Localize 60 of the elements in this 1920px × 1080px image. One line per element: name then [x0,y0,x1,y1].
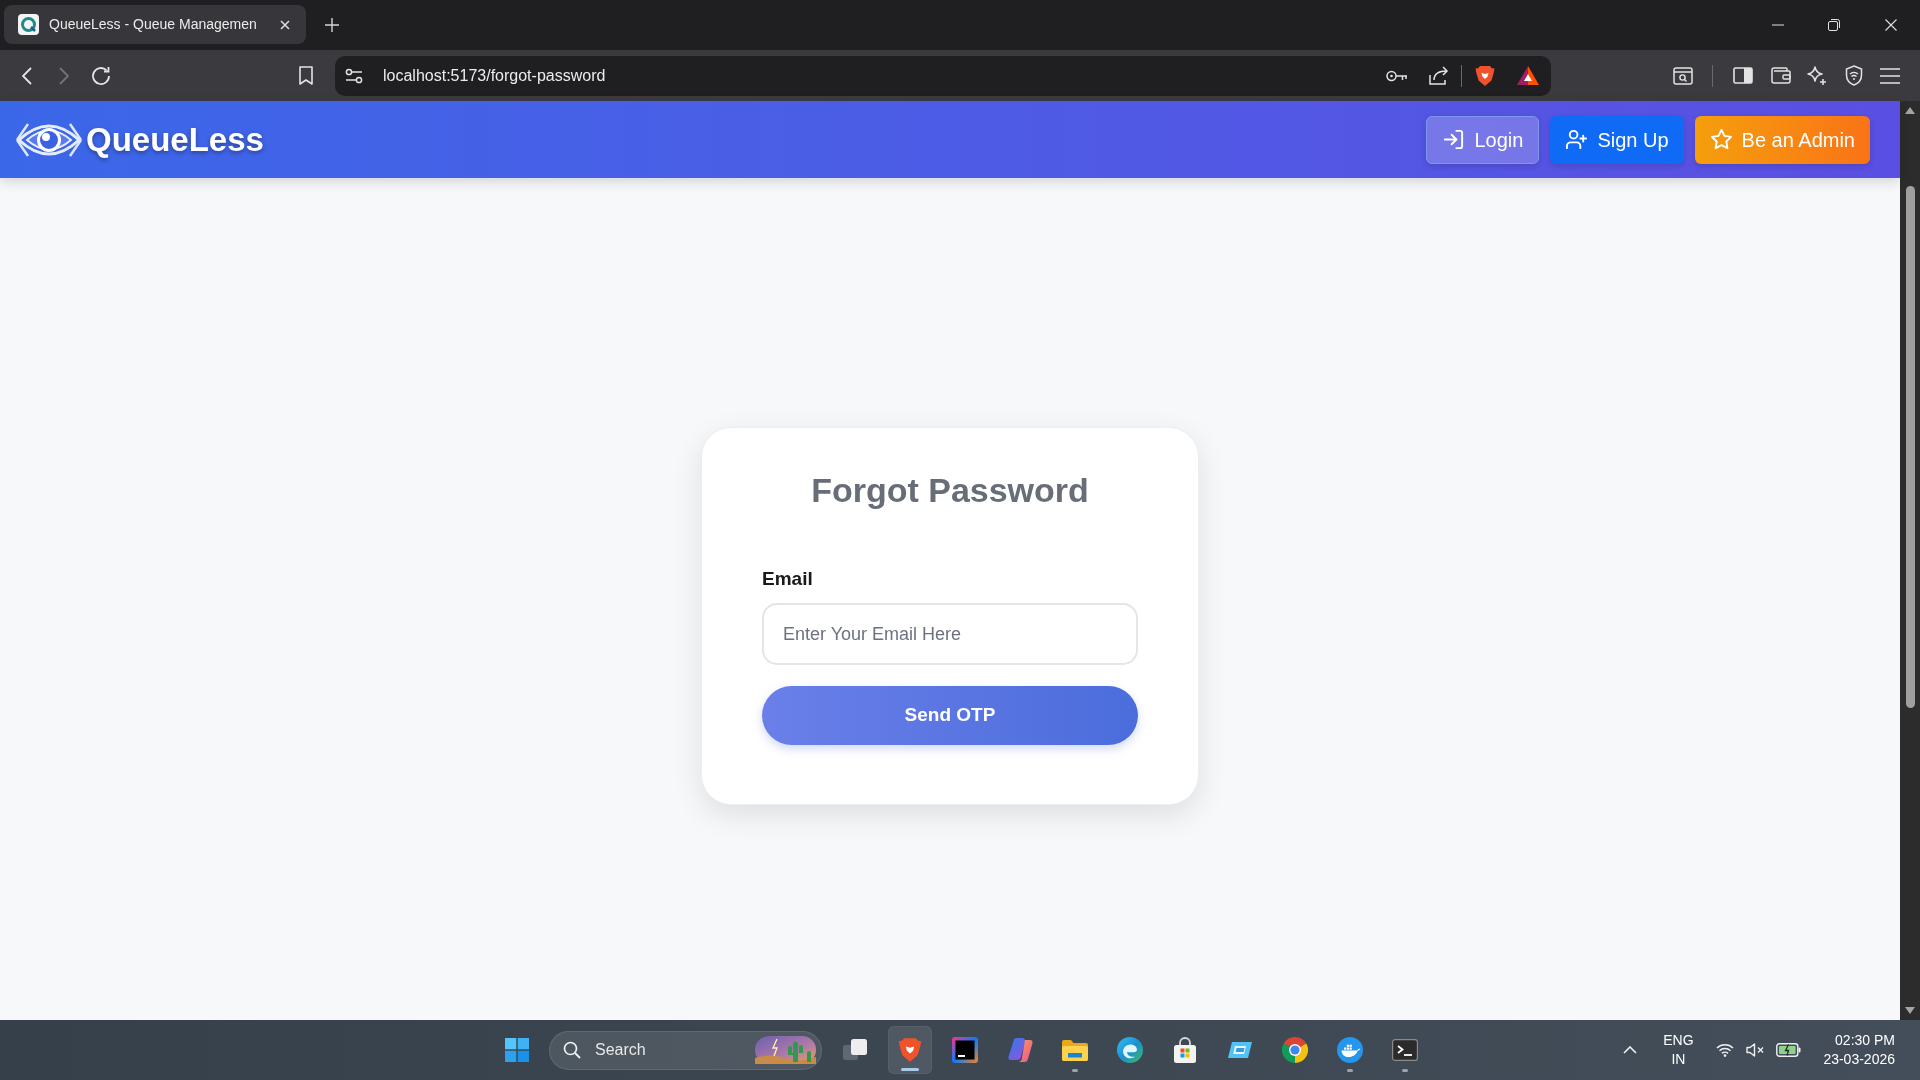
slanted-bars-logo-icon[interactable] [1007,1038,1033,1062]
send-otp-button[interactable]: Send OTP [762,686,1138,745]
brand-name[interactable]: QueueLess [86,123,264,156]
taskbar-app-button[interactable] [888,1026,932,1074]
form-title: Forgot Password [810,470,1090,511]
back-icon[interactable] [22,66,32,85]
slanted-tile-icon[interactable] [1228,1042,1252,1058]
key-icon[interactable] [1386,69,1408,82]
clock-time[interactable]: 02:30 PM [1835,1031,1895,1050]
new-tab-icon[interactable] [325,17,339,32]
sidebar-icon[interactable] [1733,67,1753,84]
terminal-icon[interactable] [1392,1039,1418,1061]
login-arrow-icon [1442,128,1466,151]
shield-logo-icon[interactable] [1475,64,1495,87]
shopping-bag-icon[interactable] [1174,1037,1196,1063]
wallet-icon[interactable] [1771,67,1791,84]
url-text: localhost:5173/forgot-password [383,65,606,86]
menu-icon[interactable] [1880,67,1900,84]
share-icon[interactable] [1429,66,1449,85]
wave-logo-icon[interactable] [1117,1037,1143,1063]
scroll-down-arrow-icon[interactable] [1905,1007,1915,1014]
browser-tab[interactable]: QueueLess - Queue Managemen [4,5,306,44]
speaker-muted-icon[interactable] [1746,1043,1766,1057]
triangle-logo-icon[interactable] [1517,66,1539,85]
sign-up-button[interactable]: Sign Up [1550,115,1684,164]
ring-logo-icon [18,14,39,35]
region-text[interactable]: IN [1671,1050,1686,1069]
folder-icon[interactable] [1062,1039,1088,1061]
page-search-icon[interactable] [1673,66,1693,85]
wheel-logo-icon[interactable] [1282,1037,1308,1063]
bookmark-icon[interactable] [299,66,313,85]
scroll-up-arrow-icon[interactable] [1905,107,1915,114]
battery-charging-icon[interactable] [1776,1043,1802,1057]
wifi-icon[interactable] [1716,1043,1735,1057]
caret-up-icon[interactable] [1623,1046,1638,1054]
tab-title: QueueLess - Queue Managemen [49,15,258,34]
shield-icon[interactable] [1845,65,1863,86]
clock-date[interactable]: 23-03-2026 [1823,1050,1895,1069]
desert-scene-icon [755,1036,816,1064]
user-plus-icon [1565,128,1589,151]
language-text[interactable]: ENG [1663,1031,1694,1050]
address-bar[interactable]: localhost:5173/forgot-password [335,55,1551,96]
shield-logo-icon[interactable] [898,1037,922,1063]
login-button[interactable]: Login [1426,115,1540,164]
scrollbar[interactable] [1900,101,1920,1020]
site-settings-icon[interactable] [345,67,363,84]
start-menu-icon[interactable] [505,1038,529,1062]
reload-icon[interactable] [91,65,111,86]
close-icon[interactable] [280,19,290,30]
star-icon [1709,128,1733,151]
whale-icon[interactable] [1337,1037,1363,1063]
close-window-icon[interactable] [1885,19,1897,31]
scrollbar-thumb[interactable] [1905,186,1915,708]
email-label: Email [762,567,814,591]
email-field[interactable]: Enter Your Email Here [762,603,1138,665]
overlapping-windows-icon[interactable] [842,1037,868,1063]
search-icon [563,1041,581,1059]
ide-logo-icon[interactable] [952,1037,978,1063]
sparkle-icon[interactable] [1807,65,1827,86]
restore-icon[interactable] [1828,19,1840,31]
